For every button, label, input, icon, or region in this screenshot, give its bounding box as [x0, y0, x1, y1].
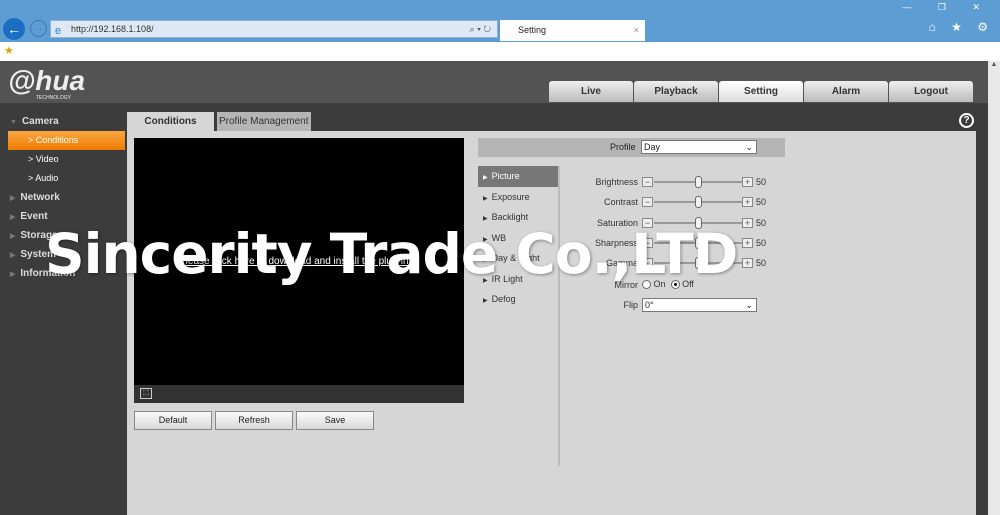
profile-select[interactable]: Day ⌄	[641, 140, 757, 154]
slider-value: 50	[756, 197, 767, 208]
slider-label: Brightness	[595, 177, 638, 187]
tab-title: Setting	[518, 25, 547, 35]
plus-icon[interactable]: +	[742, 258, 753, 269]
favorites-bar: ★	[0, 42, 1000, 61]
flip-row: Flip 0° ⌄	[560, 298, 780, 312]
favorites-star-icon[interactable]: ★	[4, 44, 14, 57]
profile-label: Profile	[610, 142, 636, 152]
watermark: Sincerity Trade Co.,LTD	[45, 222, 738, 286]
flip-label: Flip	[623, 300, 638, 310]
app-header: @hua TECHNOLOGY Live Playback Setting Ala…	[0, 61, 988, 103]
chevron-down-icon: ⌄	[745, 142, 753, 152]
close-tab-icon[interactable]: ×	[634, 20, 639, 40]
sidebar-item-network[interactable]: ▶ Network	[0, 188, 127, 207]
browser-chrome: ← → e http://192.168.1.108/ ⌕ ▾ ↻ Setting ×…	[0, 0, 1000, 42]
submenu-exposure[interactable]: ▶ Exposure	[478, 187, 558, 208]
refresh-button[interactable]: Refresh	[215, 411, 293, 430]
nav-alarm[interactable]: Alarm	[804, 81, 888, 102]
address-tools[interactable]: ⌕ ▾ ↻	[470, 21, 491, 37]
slider-row-contrast: Contrast − + 50	[560, 195, 780, 209]
sidebar-item-camera[interactable]: ▼ Camera	[0, 112, 127, 131]
scrollbar[interactable]: ▲	[988, 61, 1000, 515]
plus-icon[interactable]: +	[742, 197, 753, 208]
slider-label: Contrast	[603, 197, 638, 208]
window-controls[interactable]: — ❐ ✕	[902, 2, 992, 13]
browser-tab[interactable]: Setting ×	[500, 20, 645, 41]
flip-select[interactable]: 0° ⌄	[642, 298, 757, 312]
submenu-picture[interactable]: ▶ Picture	[478, 166, 558, 187]
nav-live[interactable]: Live	[549, 81, 633, 102]
slider-value: 50	[756, 177, 767, 187]
forward-button[interactable]: →	[30, 20, 47, 37]
submenu-defog[interactable]: ▶ Defog	[478, 289, 558, 310]
slider-track[interactable]	[654, 196, 742, 209]
nav-setting[interactable]: Setting	[719, 81, 803, 102]
fullscreen-icon[interactable]: ⛶	[140, 388, 152, 399]
ie-icon: e	[55, 25, 62, 37]
sidebar-item-conditions[interactable]: > Conditions	[8, 131, 125, 150]
slider-value: 50	[756, 237, 767, 248]
settings-submenu: ▶ Picture ▶ Exposure ▶ Backlight ▶ WB ▶ Day &…	[478, 166, 560, 466]
slider-handle[interactable]	[694, 196, 702, 209]
minus-icon[interactable]: −	[642, 177, 653, 187]
toolbar-icons[interactable]: ⌂ ★ ⚙	[929, 20, 994, 34]
sidebar-item-audio[interactable]: > Audio	[8, 169, 125, 188]
default-button[interactable]: Default	[134, 411, 212, 430]
address-bar[interactable]: e http://192.168.1.108/ ⌕ ▾ ↻	[50, 20, 498, 38]
back-button[interactable]: ←	[3, 18, 25, 40]
minus-icon[interactable]: −	[642, 197, 653, 208]
profile-bar: Profile Day ⌄	[478, 138, 785, 157]
tab-profile-management[interactable]: Profile Management	[217, 112, 311, 133]
video-toolbar: ⛶	[134, 385, 464, 403]
slider-handle[interactable]	[694, 176, 702, 188]
slider-value: 50	[756, 217, 767, 228]
slider-row-brightness: Brightness − + 50	[560, 175, 780, 189]
slider-value: 50	[756, 258, 767, 269]
nav-playback[interactable]: Playback	[634, 81, 718, 102]
url-text: http://192.168.1.108/	[71, 24, 154, 34]
plus-icon[interactable]: +	[742, 237, 753, 248]
sidebar: ▼ Camera > Conditions > Video > Audio ▶ Ne…	[0, 103, 127, 515]
plus-icon[interactable]: +	[742, 217, 753, 228]
slider-track[interactable]	[654, 176, 742, 188]
sidebar-item-video[interactable]: > Video	[8, 150, 125, 169]
dahua-logo: @hua TECHNOLOGY	[8, 65, 86, 101]
help-icon[interactable]: ?	[959, 113, 974, 128]
plus-icon[interactable]: +	[742, 177, 753, 187]
save-button[interactable]: Save	[296, 411, 374, 430]
chevron-down-icon: ⌄	[745, 300, 753, 310]
nav-logout[interactable]: Logout	[889, 81, 973, 102]
